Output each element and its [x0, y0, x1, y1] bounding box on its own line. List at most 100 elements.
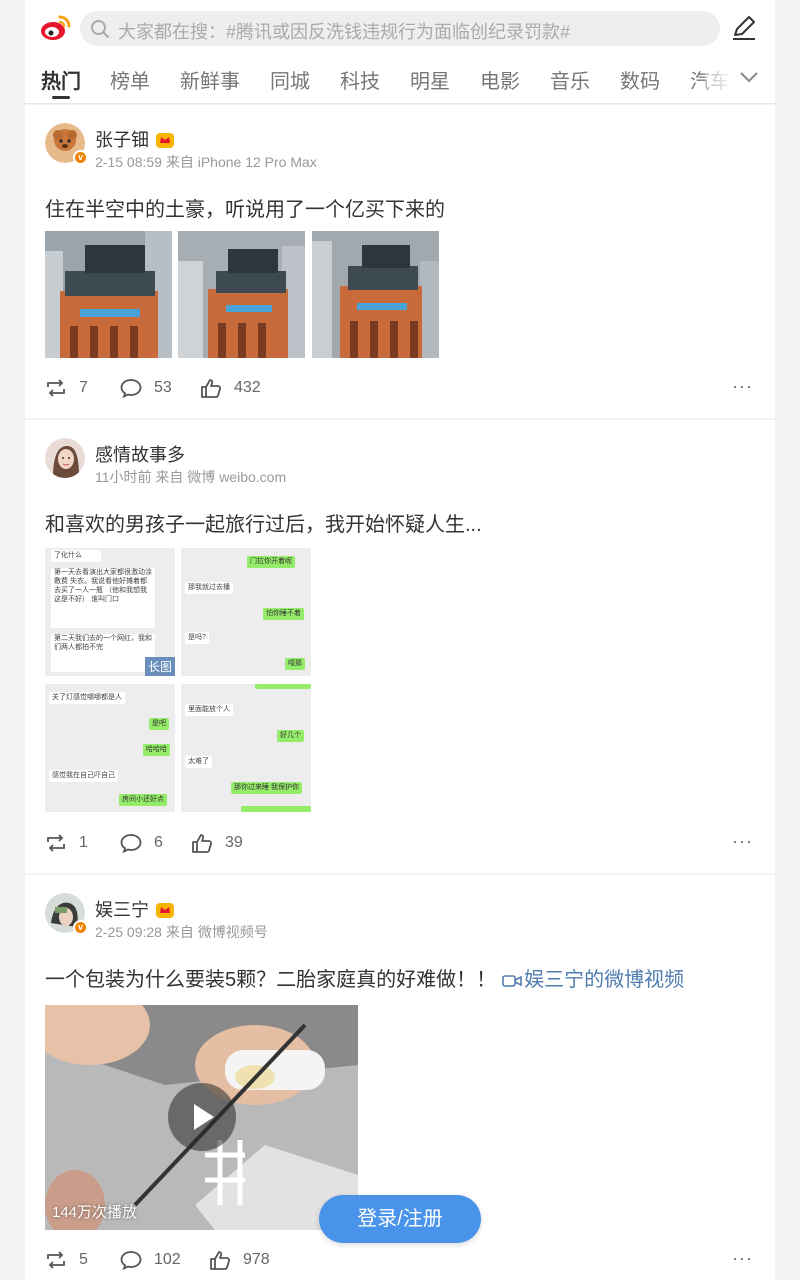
login-register-button[interactable]: 登录/注册: [319, 1195, 481, 1243]
chat-bubble: [255, 684, 311, 689]
post-image[interactable]: [312, 231, 439, 358]
chat-bubble: 了化什么: [51, 550, 101, 562]
post-image[interactable]: 了化什么 第一天去看演出大家都很激动涂敷费 失衣。我说看他好摊着都去买了一人一瓶…: [45, 548, 175, 676]
verified-badge-icon: v: [73, 150, 88, 165]
chat-bubble: 是吗?: [185, 632, 209, 644]
repost-count: 1: [79, 834, 88, 851]
chat-bubble: 第二天我们去的一个网红，我和 们两人都拍不完: [51, 634, 155, 672]
post-image[interactable]: 门拉你开着呢 那我就过去播 怕你睡不着 是吗? 噎那: [181, 548, 311, 676]
chat-bubble: 好几个: [277, 730, 304, 742]
username[interactable]: 娱三宁: [95, 896, 175, 922]
avatar[interactable]: v: [45, 123, 88, 165]
vip-crown-icon: [156, 133, 174, 148]
username-text: 张子钿: [95, 130, 149, 150]
post-card: v 张子钿 2-15 08:59 来自 iPhone 12 Pro Max 住在…: [25, 105, 775, 418]
video-camera-icon: [502, 975, 522, 987]
chat-bubble: 是吧: [149, 718, 169, 730]
post-text-body: 一个包装为什么要装5颗？二胎家庭真的好难做！！: [45, 969, 497, 991]
post-actions: 1 6 39 ···: [25, 823, 775, 863]
comment-button[interactable]: 53: [120, 376, 172, 400]
chat-bubble: 太难了: [185, 756, 212, 768]
post-image[interactable]: 关了灯感觉哪哪都是人 是吧 哈哈哈 感觉我在自己吓自己 房间小还好点: [45, 684, 175, 812]
post-actions: 7 53 432 ···: [25, 368, 775, 408]
view-count: 144万次播放: [52, 1204, 138, 1221]
chat-bubble: [241, 806, 311, 812]
like-count: 978: [243, 1251, 270, 1268]
tab-stars[interactable]: 明星: [410, 65, 450, 94]
chat-bubble: 噎那: [285, 658, 305, 670]
tab-fresh[interactable]: 新鲜事: [180, 65, 240, 94]
username[interactable]: 张子钿: [95, 126, 175, 152]
tab-hot[interactable]: 热门: [41, 65, 81, 94]
post-actions: 5 102 978 ···: [25, 1240, 775, 1280]
chat-bubble: 怕你睡不着: [263, 608, 304, 620]
active-tab-indicator: [52, 96, 70, 99]
thumbs-up-icon: [192, 834, 213, 853]
like-button[interactable]: 432: [200, 376, 261, 400]
play-icon: [194, 1104, 214, 1130]
like-count: 39: [225, 834, 243, 851]
avatar-image: [45, 438, 85, 478]
post-text[interactable]: 一个包装为什么要装5颗？二胎家庭真的好难做！！ 娱三宁的微博视频: [45, 963, 684, 992]
post-image[interactable]: [45, 231, 172, 358]
post-text[interactable]: 住在半空中的土豪，听说用了一个亿买下来的: [45, 193, 445, 222]
comment-count: 53: [154, 379, 172, 396]
like-button[interactable]: 978: [209, 1248, 270, 1272]
search-input[interactable]: 大家都在搜：#腾讯或因反洗钱违规行为面临创纪录罚款#: [80, 11, 720, 46]
username[interactable]: 感情故事多: [95, 441, 185, 467]
chat-bubble: 那我就过去播: [185, 582, 233, 594]
tab-digital[interactable]: 数码: [620, 65, 660, 94]
comment-icon: [120, 834, 142, 853]
comment-button[interactable]: 6: [120, 831, 163, 855]
comment-count: 6: [154, 834, 163, 851]
avatar[interactable]: [45, 438, 85, 478]
post-meta: 2-15 08:59 来自 iPhone 12 Pro Max: [95, 154, 317, 170]
comment-count: 102: [154, 1251, 181, 1268]
repost-button[interactable]: 1: [45, 831, 88, 855]
chat-bubble: 里面能放个人: [185, 704, 233, 716]
play-button[interactable]: [168, 1083, 236, 1151]
more-options-icon[interactable]: ···: [732, 831, 753, 852]
post-image[interactable]: 里面能放个人 好几个 太难了 那你过来睡 我保护你: [181, 684, 311, 812]
tab-music[interactable]: 音乐: [550, 65, 590, 94]
video-link-text: 娱三宁的微博视频: [524, 969, 685, 991]
chat-bubble: 第一天去看演出大家都很激动涂敷费 失衣。我说看他好摊着都去买了一人一瓶 （他和我…: [51, 568, 155, 628]
chevron-down-icon[interactable]: [739, 70, 759, 84]
post-meta: 11小时前 来自 微博 weibo.com: [95, 469, 287, 485]
compose-icon[interactable]: [730, 13, 758, 41]
post-image[interactable]: [178, 231, 305, 358]
repost-icon: [47, 1251, 65, 1269]
thumbs-up-icon: [210, 1251, 231, 1270]
repost-icon: [47, 834, 65, 852]
building-photo: [45, 231, 172, 358]
repost-button[interactable]: 7: [45, 376, 88, 400]
weibo-logo-icon[interactable]: [40, 12, 72, 42]
tab-tech[interactable]: 科技: [340, 65, 380, 94]
chat-bubble: 感觉我在自己吓自己: [49, 770, 118, 782]
tab-rank[interactable]: 榜单: [110, 65, 150, 94]
like-count: 432: [234, 379, 261, 396]
building-photo: [312, 231, 439, 358]
more-options-icon[interactable]: ···: [732, 376, 753, 397]
top-bar: 大家都在搜：#腾讯或因反洗钱违规行为面临创纪录罚款#: [25, 0, 775, 56]
search-icon: [91, 20, 109, 38]
chat-bubble: 关了灯感觉哪哪都是人: [49, 692, 125, 704]
post-text[interactable]: 和喜欢的男孩子一起旅行过后，我开始怀疑人生...: [45, 508, 482, 537]
building-photo: [178, 231, 305, 358]
tab-movie[interactable]: 电影: [480, 65, 520, 94]
chat-bubble: 房间小还好点: [119, 794, 167, 806]
comment-icon: [120, 1251, 142, 1270]
chat-bubble: 那你过来睡 我保护你: [231, 782, 302, 794]
like-button[interactable]: 39: [191, 831, 243, 855]
avatar[interactable]: v: [45, 893, 88, 935]
repost-count: 7: [79, 379, 88, 396]
repost-button[interactable]: 5: [45, 1248, 88, 1272]
more-options-icon[interactable]: ···: [732, 1248, 753, 1269]
chat-bubble: 哈哈哈: [143, 744, 170, 756]
video-player[interactable]: 144万次播放: [45, 1005, 358, 1230]
video-link[interactable]: 娱三宁的微博视频: [496, 969, 684, 991]
username-text: 娱三宁: [95, 900, 149, 920]
comment-button[interactable]: 102: [120, 1248, 181, 1272]
category-tabs: 热门 榜单 新鲜事 同城 科技 明星 电影 音乐 数码 汽车: [25, 56, 775, 104]
tab-local[interactable]: 同城: [270, 65, 310, 94]
